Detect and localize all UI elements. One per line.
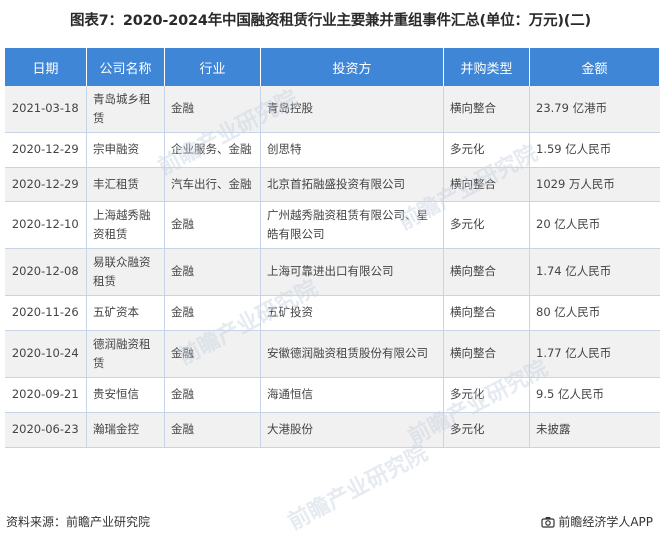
table-row: 2020-11-26 五矿资本 金融 五矿投资 横向整合 80 亿人民币 — [4, 295, 660, 331]
cell-investor: 海通恒信 — [260, 377, 444, 413]
cell-merger-type: 多元化 — [443, 412, 530, 448]
cell-investor: 五矿投资 — [260, 295, 444, 331]
cell-industry: 金融 — [164, 295, 261, 331]
cell-amount: 1029 万人民币 — [529, 167, 660, 202]
cell-amount: 1.77 亿人民币 — [529, 330, 660, 378]
cell-industry: 金融 — [164, 377, 261, 413]
cell-amount: 20 亿人民币 — [529, 201, 660, 249]
table-row: 2020-12-29 丰汇租赁 汽车出行、金融 北京首拓融盛投资有限公司 横向整合 102… — [4, 167, 660, 202]
table-body: 2021-03-18 青岛城乡租赁 金融 青岛控股 横向整合 23.79 亿港币 2020-… — [4, 86, 660, 448]
cell-investor: 上海可靠进出口有限公司 — [260, 248, 444, 296]
cell-investor: 安徽德润融资租赁股份有限公司 — [260, 330, 444, 378]
column-header-amount[interactable]: 金额 — [529, 48, 660, 86]
cell-industry: 金融 — [164, 330, 261, 378]
cell-date: 2020-12-29 — [4, 167, 87, 202]
cell-merger-type: 多元化 — [443, 132, 530, 168]
cell-merger-type: 横向整合 — [443, 86, 530, 133]
table-row: 2020-09-21 贵安恒信 金融 海通恒信 多元化 9.5 亿人民币 — [4, 377, 660, 413]
cell-industry: 金融 — [164, 412, 261, 448]
table-row: 2020-12-08 易联众融资租赁 金融 上海可靠进出口有限公司 横向整合 1.74 亿… — [4, 248, 660, 296]
cell-amount: 未披露 — [529, 412, 660, 448]
table-row: 2020-10-24 德润融资租赁 金融 安徽德润融资租赁股份有限公司 横向整合 1.77… — [4, 330, 660, 378]
cell-company: 青岛城乡租赁 — [86, 86, 165, 133]
cell-industry: 金融 — [164, 86, 261, 133]
cell-amount: 23.79 亿港币 — [529, 86, 660, 133]
column-header-investor[interactable]: 投资方 — [260, 48, 444, 86]
cell-date: 2020-11-26 — [4, 295, 87, 331]
cell-company: 丰汇租赁 — [86, 167, 165, 202]
cell-investor: 北京首拓融盛投资有限公司 — [260, 167, 444, 202]
cell-amount: 9.5 亿人民币 — [529, 377, 660, 413]
cell-company: 五矿资本 — [86, 295, 165, 331]
cell-investor: 创思特 — [260, 132, 444, 168]
cell-industry: 汽车出行、金融 — [164, 167, 261, 202]
cell-date: 2020-09-21 — [4, 377, 87, 413]
cell-company: 德润融资租赁 — [86, 330, 165, 378]
cell-merger-type: 横向整合 — [443, 167, 530, 202]
cell-merger-type: 多元化 — [443, 201, 530, 249]
cell-industry: 金融 — [164, 248, 261, 296]
cell-company: 宗申融资 — [86, 132, 165, 168]
app-credit: 前瞻经济学人APP — [541, 513, 653, 530]
cell-merger-type: 多元化 — [443, 377, 530, 413]
cell-date: 2020-10-24 — [4, 330, 87, 378]
cell-date: 2021-03-18 — [4, 86, 87, 133]
camera-icon — [541, 516, 555, 528]
cell-date: 2020-06-23 — [4, 412, 87, 448]
cell-date: 2020-12-10 — [4, 201, 87, 249]
cell-industry: 企业服务、金融 — [164, 132, 261, 168]
column-header-date[interactable]: 日期 — [4, 48, 87, 86]
column-header-industry[interactable]: 行业 — [164, 48, 261, 86]
cell-date: 2020-12-08 — [4, 248, 87, 296]
watermark: 前瞻产业研究院 — [284, 441, 433, 536]
cell-company: 上海越秀融资租赁 — [86, 201, 165, 249]
mergers-table: 日期 公司名称 行业 投资方 并购类型 金额 2021-03-18 青岛城乡租赁金… — [4, 48, 660, 448]
cell-date: 2020-12-29 — [4, 132, 87, 168]
cell-merger-type: 横向整合 — [443, 295, 530, 331]
cell-amount: 80 亿人民币 — [529, 295, 660, 331]
page-title: 图表7：2020-2024年中国融资租赁行业主要兼并重组事件汇总(单位：万元)(… — [70, 13, 591, 29]
table-row: 2020-12-10 上海越秀融资租赁 金融 广州越秀融资租赁有限公司、星皓有限公司多… — [4, 201, 660, 249]
cell-merger-type: 横向整合 — [443, 330, 530, 378]
column-header-company[interactable]: 公司名称 — [86, 48, 165, 86]
cell-investor: 大港股份 — [260, 412, 444, 448]
cell-industry: 金融 — [164, 201, 261, 249]
cell-company: 易联众融资租赁 — [86, 248, 165, 296]
column-header-merger-type[interactable]: 并购类型 — [443, 48, 530, 86]
table-row: 2020-06-23 瀚瑞金控 金融 大港股份 多元化 未披露 — [4, 412, 660, 448]
source-note: 资料来源：前瞻产业研究院 — [6, 515, 151, 529]
app-credit-label: 前瞻经济学人APP — [558, 515, 653, 529]
cell-investor: 广州越秀融资租赁有限公司、星皓有限公司 — [260, 201, 444, 249]
cell-amount: 1.74 亿人民币 — [529, 248, 660, 296]
cell-amount: 1.59 亿人民币 — [529, 132, 660, 168]
table-row: 2021-03-18 青岛城乡租赁 金融 青岛控股 横向整合 23.79 亿港币 — [4, 86, 660, 133]
cell-investor: 青岛控股 — [260, 86, 444, 133]
cell-merger-type: 横向整合 — [443, 248, 530, 296]
table-header-row: 日期 公司名称 行业 投资方 并购类型 金额 — [4, 48, 660, 86]
cell-company: 贵安恒信 — [86, 377, 165, 413]
cell-company: 瀚瑞金控 — [86, 412, 165, 448]
table-row: 2020-12-29 宗申融资 企业服务、金融 创思特 多元化 1.59 亿人民币 — [4, 132, 660, 168]
